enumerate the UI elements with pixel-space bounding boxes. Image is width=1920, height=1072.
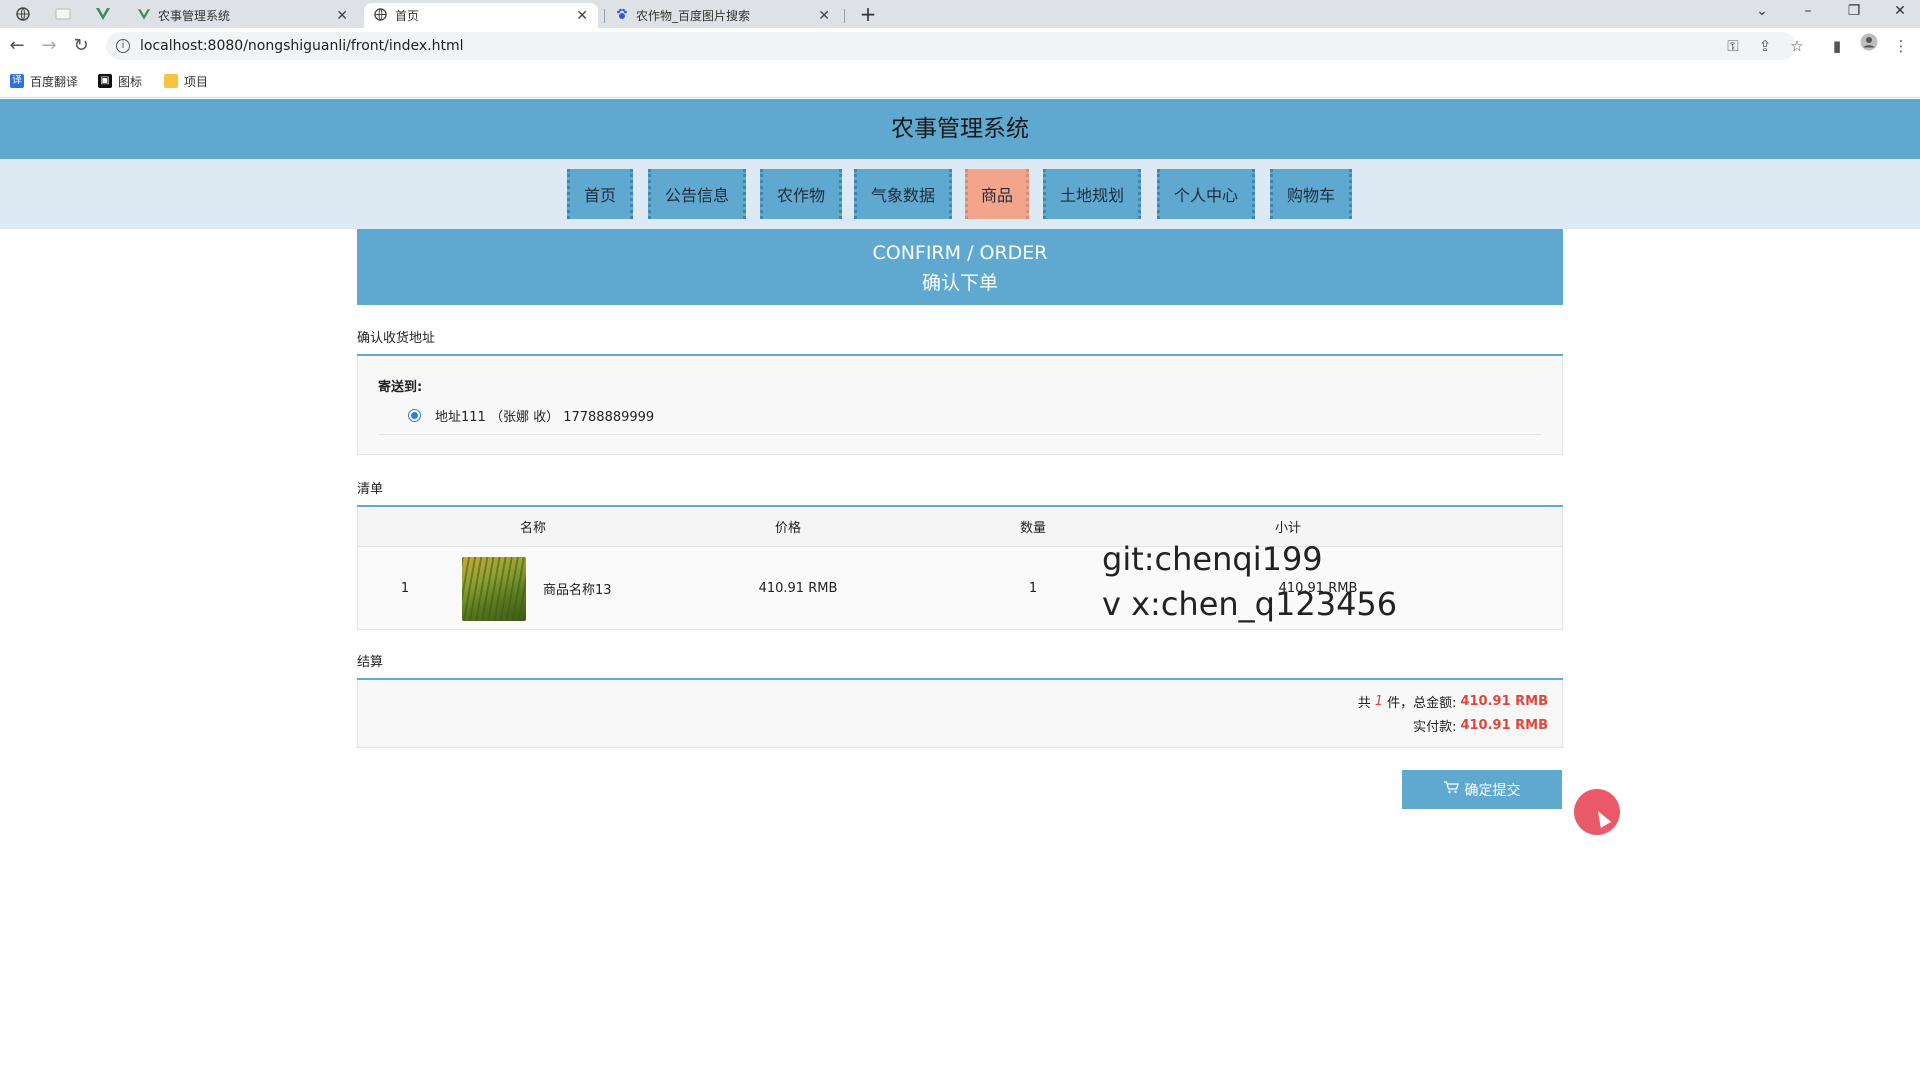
bookmark-baidu-translate[interactable]: 译 百度翻译 [10, 72, 78, 90]
address-text: 地址111 （张娜 收） 17788889999 [435, 410, 655, 425]
bookmark-label: 图标 [118, 74, 143, 89]
total-line: 共 1 件，总金额: 410.91 RMB [1358, 692, 1548, 711]
paid-label: 实付款: [1413, 720, 1457, 735]
vue-logo-icon[interactable] [88, 3, 118, 25]
bookmark-label: 百度翻译 [30, 74, 79, 89]
vue-logo-icon [138, 8, 150, 23]
url-text: localhost:8080/nongshiguanli/front/index… [140, 38, 464, 54]
menu-icon[interactable]: ⋮ [1888, 33, 1914, 59]
browser-tab-bar: 农事管理系统 ✕ 首页 ✕ 农作物_百度图片搜索 ✕ + ⌄ – ❐ ✕ [0, 0, 1920, 28]
close-window-icon[interactable]: ✕ [1878, 0, 1920, 24]
total-amount: 410.91 RMB [1460, 694, 1548, 709]
info-icon[interactable]: i [116, 39, 130, 53]
side-panel-icon[interactable]: ▮ [1824, 33, 1850, 59]
nav-user-center[interactable]: 个人中心 [1157, 169, 1255, 219]
address-option[interactable]: 地址111 （张娜 收） 17788889999 [408, 406, 654, 425]
nav-cart[interactable]: 购物车 [1270, 169, 1352, 219]
paid-amount: 410.91 RMB [1460, 718, 1548, 733]
order-section-title: 清单 [357, 482, 384, 497]
count-prefix: 共 [1357, 696, 1371, 711]
nav-products[interactable]: 商品 [965, 169, 1029, 219]
bookmarks-bar: 译 百度翻译 ▣ 图标 项目 [0, 64, 1920, 98]
tab-title: 农事管理系统 [158, 9, 231, 23]
cart-icon [1443, 781, 1459, 798]
header-name: 名称 [519, 521, 546, 536]
banner-title-en: CONFIRM / ORDER [872, 242, 1048, 264]
back-icon[interactable]: ← [4, 33, 30, 59]
bookmark-label: 项目 [184, 74, 209, 89]
table-header: 名称 价格 数量 小计 [358, 507, 1562, 547]
confirm-order-banner: CONFIRM / ORDER 确认下单 [357, 229, 1563, 305]
nav-home[interactable]: 首页 [567, 169, 633, 219]
blank-tab-icon[interactable] [48, 3, 78, 25]
tab-title: 首页 [395, 9, 420, 23]
close-icon[interactable]: ✕ [336, 8, 348, 24]
tab-baidu-image[interactable]: 农作物_百度图片搜索 ✕ [606, 3, 840, 28]
settlement-box: 共 1 件，总金额: 410.91 RMB 实付款: 410.91 RMB [357, 680, 1563, 748]
star-icon[interactable]: ☆ [1784, 33, 1810, 59]
banner-title-zh: 确认下单 [921, 272, 998, 294]
browser-toolbar: ← → ↻ i localhost:8080/nongshiguanli/fro… [0, 28, 1920, 64]
tab-title: 农作物_百度图片搜索 [636, 9, 751, 23]
close-icon[interactable]: ✕ [818, 8, 830, 24]
header-price: 价格 [774, 521, 801, 536]
bookmark-icons[interactable]: ▣ 图标 [98, 72, 142, 90]
nav-weather[interactable]: 气象数据 [854, 169, 952, 219]
bookmark-folder-project[interactable]: 项目 [164, 72, 208, 90]
close-icon[interactable]: ✕ [576, 8, 588, 24]
tab-divider [604, 9, 605, 23]
row-index: 1 [400, 580, 410, 596]
address-radio[interactable] [408, 409, 421, 422]
restore-icon[interactable]: ❐ [1832, 0, 1876, 24]
tab-home[interactable]: 首页 ✕ [364, 3, 598, 28]
globe-icon[interactable] [8, 3, 38, 25]
profile-icon[interactable] [1856, 33, 1882, 59]
key-icon[interactable]: ⚿ [1720, 33, 1746, 59]
forward-icon[interactable]: → [36, 33, 62, 59]
product-name: 商品名称13 [543, 582, 612, 598]
nav-crops[interactable]: 农作物 [760, 169, 842, 219]
nav-land-planning[interactable]: 土地规划 [1043, 169, 1141, 219]
submit-label: 确定提交 [1464, 782, 1521, 799]
watermark-line-1: git:chenqi199 [1102, 540, 1323, 578]
address-box: 寄送到: 地址111 （张娜 收） 17788889999 [357, 356, 1563, 455]
watermark-line-2: v x:chen_q123456 [1102, 585, 1398, 623]
paid-line: 实付款: 410.91 RMB [1413, 716, 1548, 735]
ship-to-label: 寄送到: [378, 380, 423, 395]
address-bar[interactable]: i localhost:8080/nongshiguanli/front/ind… [106, 32, 1796, 60]
item-count: 1 [1374, 694, 1384, 709]
product-image [462, 557, 526, 621]
address-divider [378, 434, 1542, 435]
share-icon[interactable]: ⇪ [1752, 33, 1778, 59]
submit-order-button[interactable]: 确定提交 [1402, 770, 1562, 809]
new-tab-button[interactable]: + [856, 3, 880, 25]
count-suffix: 件，总金额: [1387, 696, 1457, 711]
image-icon: ▣ [98, 74, 112, 88]
globe-icon [374, 7, 387, 24]
tab-nongshi[interactable]: 农事管理系统 ✕ [128, 3, 358, 28]
site-title: 农事管理系统 [0, 99, 1920, 159]
nav-announcements[interactable]: 公告信息 [648, 169, 746, 219]
product-price: 410.91 RMB [758, 580, 838, 596]
folder-icon [164, 74, 178, 88]
tab-divider [844, 9, 845, 23]
baidu-paw-icon [616, 8, 628, 23]
translate-icon: 译 [10, 74, 24, 88]
address-section-title: 确认收货地址 [357, 331, 436, 346]
minimize-icon[interactable]: – [1786, 0, 1830, 24]
settle-section-title: 结算 [357, 655, 384, 670]
reload-icon[interactable]: ↻ [68, 33, 94, 59]
main-nav: 首页 公告信息 农作物 气象数据 商品 土地规划 个人中心 购物车 [0, 159, 1920, 229]
tab-search-icon[interactable]: ⌄ [1740, 0, 1784, 24]
